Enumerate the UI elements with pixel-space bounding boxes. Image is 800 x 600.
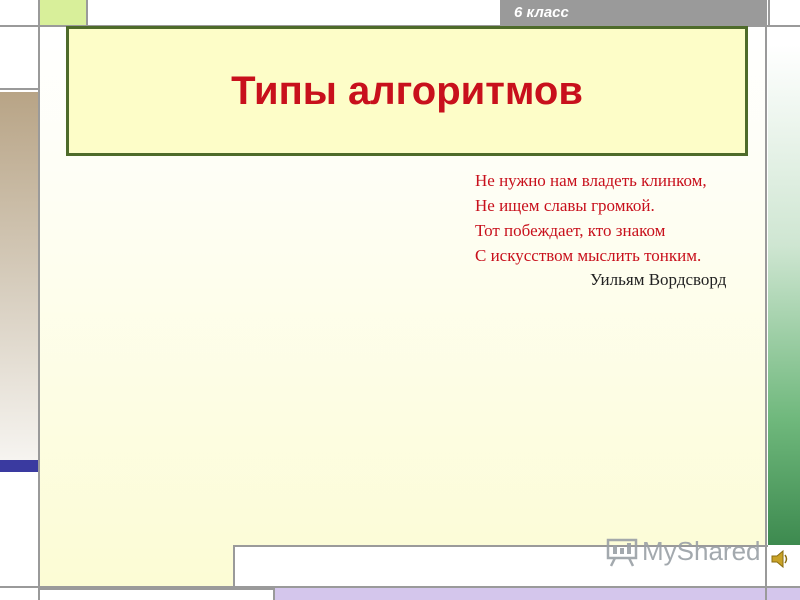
poem-line: Не нужно нам владеть клинком, — [475, 171, 707, 190]
left-tan-block — [0, 92, 40, 460]
grid-line-bottom — [0, 586, 800, 588]
top-left-white-block — [0, 0, 40, 25]
grade-label: 6 класс — [514, 4, 569, 21]
poem-line: С искусством мыслить тонким. — [475, 246, 702, 265]
left-bottom-white — [0, 472, 40, 600]
slide-title: Типы алгоритмов — [231, 68, 583, 113]
left-white-block — [0, 25, 40, 90]
grid-line-left — [38, 0, 40, 600]
watermark-text: MyShared — [642, 536, 761, 566]
poem-line: Не ищем славы громкой. — [475, 196, 655, 215]
grid-line-left-inner — [86, 0, 88, 25]
poem: Не нужно нам владеть клинком, Не ищем сл… — [475, 168, 765, 268]
left-blue-block — [0, 460, 40, 472]
title-box: Типы алгоритмов — [66, 26, 748, 156]
bottom-lavender-bar — [275, 588, 800, 600]
grid-line-right — [765, 0, 767, 600]
right-white-block — [768, 25, 800, 45]
presentation-board-icon — [606, 538, 638, 567]
poem-author: Уильям Вордсворд — [590, 270, 727, 289]
speaker-icon[interactable] — [770, 548, 792, 570]
bottom-white-bar — [40, 588, 275, 600]
poem-line: Тот побеждает, кто знаком — [475, 221, 666, 240]
top-right-white — [768, 0, 800, 25]
grid-line-bottom-left — [273, 586, 275, 600]
right-green-block — [768, 45, 800, 545]
watermark: MyShared — [606, 536, 761, 567]
